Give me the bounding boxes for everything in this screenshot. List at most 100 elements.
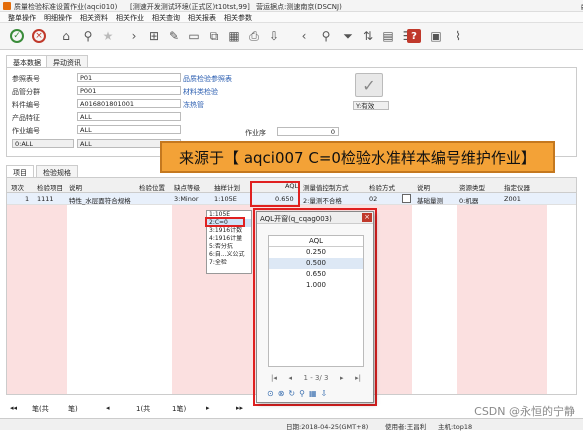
- status-select[interactable]: Y:有效: [353, 101, 389, 110]
- query-icon[interactable]: ⚲: [318, 28, 334, 44]
- menu-item[interactable]: 整单操作: [8, 13, 36, 23]
- list-item[interactable]: 0.250: [269, 247, 363, 258]
- feature-input[interactable]: ALL: [77, 112, 181, 121]
- list-item[interactable]: 1.000: [269, 280, 363, 291]
- prev-icon[interactable]: ‹: [296, 28, 312, 44]
- menu-item[interactable]: 相关查询: [152, 13, 180, 23]
- close-icon[interactable]: ×: [362, 213, 372, 222]
- export-icon[interactable]: ⇩: [266, 28, 282, 44]
- attach-icon[interactable]: ⌇: [450, 28, 466, 44]
- first-icon[interactable]: ◂◂: [10, 404, 17, 412]
- menu-item[interactable]: 相关作业: [116, 13, 144, 23]
- grid-icon[interactable]: ▦: [309, 389, 317, 398]
- star-icon[interactable]: ★: [100, 28, 116, 44]
- location-icon[interactable]: ⚲: [80, 28, 96, 44]
- cell-sampling-plan[interactable]: 1:105E: [214, 195, 237, 203]
- qc-group-link[interactable]: 材料类检验: [183, 87, 218, 97]
- dropdown-option[interactable]: 3:1916计数: [207, 227, 251, 235]
- copy-icon[interactable]: ⧉: [206, 28, 222, 44]
- tab-basic-data[interactable]: 基本数据: [6, 55, 48, 67]
- aql-list: AQL 0.250 0.500 0.650 1.000: [268, 235, 364, 367]
- last-page-icon[interactable]: ▸|: [355, 374, 361, 382]
- source-callout: 来源于【 aqci007 C=0检验水准样本编号维护作业】: [160, 141, 555, 173]
- cell-defect-level[interactable]: 3:Minor: [174, 195, 199, 203]
- dropdown-option[interactable]: 7:全检: [207, 259, 251, 267]
- menu-item[interactable]: 明细操作: [44, 13, 72, 23]
- save-icon[interactable]: ▦: [226, 28, 242, 44]
- help-icon[interactable]: ?: [407, 29, 421, 43]
- menu-item[interactable]: 相关参数: [224, 13, 252, 23]
- aql-actions: ⊙ ⊗ ↻ ⚲ ▦ ⇩: [261, 387, 371, 399]
- grid-header-cell: 项次: [11, 184, 24, 192]
- tab-items[interactable]: 项目: [6, 165, 34, 177]
- cell-instrument[interactable]: Z001: [504, 195, 521, 203]
- prev-page-icon[interactable]: ◂: [288, 374, 292, 382]
- aql-popup-title: AQL开窗(q_cqag003): [257, 212, 373, 224]
- ref-table-input[interactable]: P01: [77, 73, 181, 82]
- grid-icon[interactable]: ▤: [380, 28, 396, 44]
- dropdown-option[interactable]: 5:否分抗: [207, 243, 251, 251]
- app-icon: [3, 2, 11, 10]
- item-no-link[interactable]: 冻热管: [183, 100, 204, 110]
- qc-group-input[interactable]: P001: [77, 86, 181, 95]
- site-label: 营运据点:测速南京(DSCNJ): [256, 3, 342, 11]
- dropdown-option[interactable]: 4:1916计量: [207, 235, 251, 243]
- filter-icon[interactable]: ⏷: [340, 28, 356, 44]
- new-icon[interactable]: ⊞: [146, 28, 162, 44]
- tab-change-info[interactable]: 异动资讯: [46, 55, 88, 67]
- confirm-icon[interactable]: ✓: [10, 29, 24, 43]
- next-icon[interactable]: ▸: [206, 404, 210, 412]
- delete-icon[interactable]: ▭: [186, 28, 202, 44]
- menu-item[interactable]: 相关报表: [188, 13, 216, 23]
- print-icon[interactable]: ⎙: [246, 28, 262, 44]
- ref-table-link[interactable]: 品质检验参照表: [183, 74, 232, 84]
- grid-header-cell: 检验项目: [37, 184, 63, 192]
- cell-resource-type[interactable]: 0:机器: [459, 195, 478, 205]
- op-select[interactable]: 0:ALL: [12, 139, 74, 148]
- grid-col-bg: [502, 193, 547, 394]
- list-item[interactable]: 0.500: [269, 258, 363, 269]
- grid-header-cell: 抽样计划: [214, 184, 240, 192]
- cell-desc[interactable]: 特性_水层面符合规格: [69, 195, 131, 205]
- dropdown-option[interactable]: 6:自...义公式: [207, 251, 251, 259]
- cell-desc2[interactable]: 基础量测: [417, 195, 443, 205]
- cancel-icon[interactable]: ×: [32, 29, 46, 43]
- aql-pager: |◂ ◂ 1 - 3/ 3 ▸ ▸|: [268, 372, 364, 384]
- field-label: 产品特征: [12, 114, 40, 122]
- cell-inspect-method[interactable]: 02: [369, 195, 377, 203]
- confirm-icon[interactable]: ⊙: [267, 389, 274, 398]
- list-item[interactable]: 0.650: [269, 269, 363, 280]
- cell-measure-method[interactable]: 2:量测不合格: [303, 195, 342, 205]
- validity-check-icon[interactable]: ✓: [355, 73, 383, 97]
- home-icon[interactable]: ⌂: [58, 28, 74, 44]
- lookup-icon[interactable]: [402, 194, 411, 203]
- menu-item[interactable]: 相关资料: [80, 13, 108, 23]
- first-page-icon[interactable]: |◂: [271, 374, 277, 382]
- field-label: 参照表号: [12, 75, 40, 83]
- last-icon[interactable]: ▸▸: [236, 404, 243, 412]
- seq-input[interactable]: 0: [277, 127, 339, 136]
- page-count: 1笔): [172, 405, 187, 413]
- grid-header-cell: 检验位置: [139, 184, 165, 192]
- info-icon[interactable]: ▣: [428, 28, 444, 44]
- page-input[interactable]: 1(共: [136, 404, 150, 414]
- sort-icon[interactable]: ⇅: [360, 28, 376, 44]
- edit-icon[interactable]: ✎: [166, 28, 182, 44]
- export-icon[interactable]: ⇩: [321, 389, 328, 398]
- prev-icon[interactable]: ◂: [106, 404, 110, 412]
- search-icon[interactable]: ⚲: [299, 389, 305, 398]
- tab-spec[interactable]: 检验规格: [36, 165, 78, 177]
- cancel-icon[interactable]: ⊗: [278, 389, 285, 398]
- status-bar: 日期:2018-04-25(GMT+8) 使用者:王昌利 主机:top18: [0, 418, 583, 431]
- window-title: 质量检验标准设置作业(aqci010): [14, 3, 118, 11]
- refresh-icon[interactable]: ↻: [288, 389, 295, 398]
- next-page-icon[interactable]: ▸: [340, 374, 344, 382]
- cell-seq[interactable]: 1: [25, 195, 29, 203]
- cell-item[interactable]: 1111: [37, 195, 54, 203]
- item-no-input[interactable]: A016801801001: [77, 99, 181, 108]
- op-no-input[interactable]: ALL: [77, 125, 181, 134]
- arrow-icon[interactable]: ›: [126, 28, 142, 44]
- grid-col-bg: [35, 193, 67, 394]
- grid-col-bg: [7, 193, 35, 394]
- total-label-end: 笔): [68, 405, 78, 413]
